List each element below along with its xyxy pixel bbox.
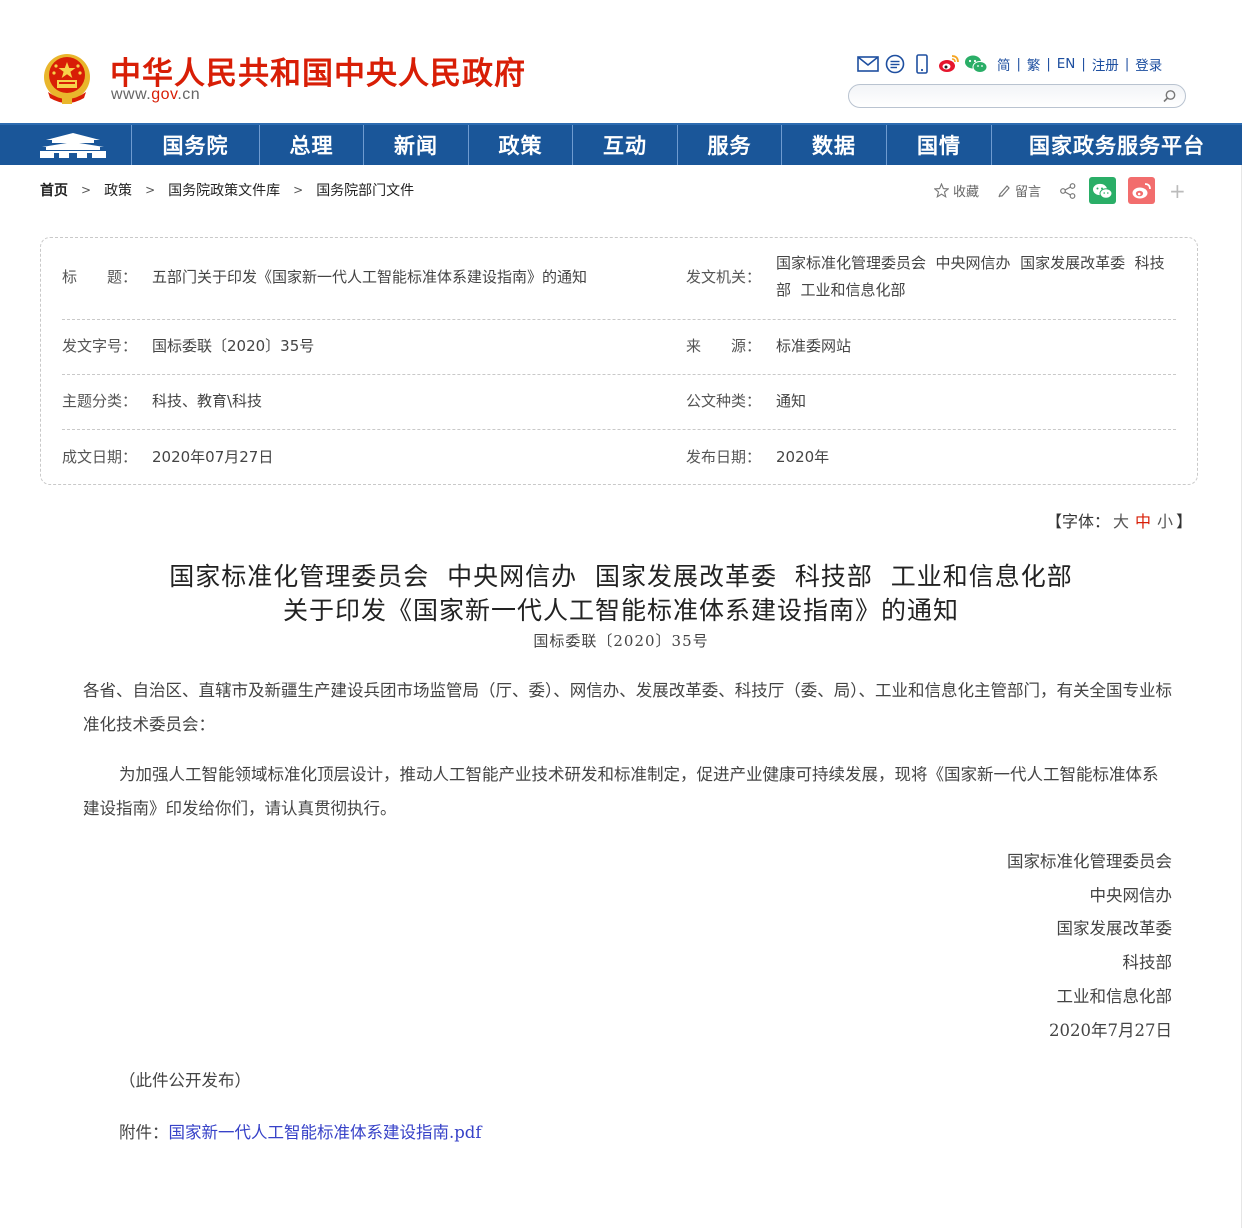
breadcrumb-policy[interactable]: 政策 bbox=[104, 180, 132, 200]
attachment: 附件：国家新一代人工智能标准体系建设指南.pdf bbox=[119, 1119, 481, 1143]
weibo-icon bbox=[1132, 182, 1151, 198]
link-simplified[interactable]: 简 bbox=[991, 54, 1017, 74]
font-size-large[interactable]: 大 bbox=[1110, 512, 1132, 531]
comment-label: 留言 bbox=[1015, 185, 1042, 200]
meta-published-value: 2020年 bbox=[776, 448, 830, 466]
mobile-icon[interactable] bbox=[910, 53, 934, 75]
site-header: 中华人民共和国中央人民政府 www.gov.cn 简 | 繁 | EN | 注册 | 登… bbox=[0, 0, 1242, 123]
breadcrumb: 首页 > 政策 > 国务院政策文件库 > 国务院部门文件 bbox=[40, 180, 414, 200]
article-body: 为加强人工智能领域标准化顶层设计，推动人工智能产业技术研发和标准制定，促进产业健… bbox=[83, 765, 1159, 818]
meta-row: 标 题： 五部门关于印发《国家新一代人工智能标准体系建设指南》的通知 发文机关：… bbox=[62, 238, 1176, 320]
wechat-icon bbox=[1093, 183, 1113, 199]
link-login[interactable]: 登录 bbox=[1129, 54, 1168, 74]
share-wechat-button[interactable] bbox=[1089, 177, 1117, 204]
site-url[interactable]: www.gov.cn bbox=[111, 86, 200, 104]
meta-topic-value: 科技、教育\科技 bbox=[152, 392, 263, 410]
more-share-icon[interactable]: + bbox=[1169, 179, 1186, 203]
meta-written-value: 2020年07月27日 bbox=[152, 448, 274, 466]
meta-row: 发文字号： 国标委联〔2020〕35号 来 源： 标准委网站 bbox=[62, 320, 1176, 375]
meta-issuer-label: 发文机关： bbox=[686, 268, 762, 286]
search-input[interactable] bbox=[861, 88, 1161, 104]
favorite-label: 收藏 bbox=[953, 185, 980, 200]
signature-miit: 工业和信息化部 bbox=[1056, 987, 1173, 1006]
site-url-suffix: .cn bbox=[177, 86, 201, 103]
meta-docno-value: 国标委联〔2020〕35号 bbox=[152, 337, 315, 355]
star-icon bbox=[934, 183, 949, 198]
nav-item-state-council[interactable]: 国务院 bbox=[132, 125, 260, 165]
nav-item-data[interactable]: 数据 bbox=[782, 125, 887, 165]
share-icon[interactable] bbox=[1059, 182, 1077, 200]
link-register[interactable]: 注册 bbox=[1086, 54, 1125, 74]
publication-note: （此件公开发布） bbox=[119, 1071, 251, 1090]
meta-topic-label: 主题分类： bbox=[62, 392, 138, 410]
favorite-button[interactable]: 收藏 bbox=[934, 181, 979, 200]
attachment-link[interactable]: 国家新一代人工智能标准体系建设指南.pdf bbox=[169, 1123, 482, 1142]
signature-most: 科技部 bbox=[1122, 953, 1173, 972]
meta-issuer-value: 国家标准化管理委员会 中央网信办 国家发展改革委 科技部 工业和信息化部 bbox=[776, 254, 1165, 299]
meta-title-value: 五部门关于印发《国家新一代人工智能标准体系建设指南》的通知 bbox=[152, 268, 588, 286]
chevron-right-icon: > bbox=[293, 183, 304, 197]
document-metadata: 标 题： 五部门关于印发《国家新一代人工智能标准体系建设指南》的通知 发文机关：… bbox=[40, 237, 1198, 485]
national-emblem-icon[interactable] bbox=[40, 52, 94, 106]
nav-item-interaction[interactable]: 互动 bbox=[573, 125, 678, 165]
search-icon[interactable] bbox=[1162, 89, 1177, 104]
mail-icon[interactable] bbox=[856, 53, 880, 75]
main-nav: 国务院 总理 新闻 政策 互动 服务 数据 国情 国家政务服务平台 bbox=[0, 123, 1242, 165]
chevron-right-icon: > bbox=[81, 183, 92, 197]
nav-item-gov-service-platform[interactable]: 国家政务服务平台 bbox=[992, 125, 1242, 165]
breadcrumb-policy-library[interactable]: 国务院政策文件库 bbox=[168, 180, 280, 200]
share-weibo-button[interactable] bbox=[1128, 177, 1156, 204]
site-url-prefix: www. bbox=[111, 86, 152, 103]
meta-source-label: 来 源： bbox=[686, 337, 762, 355]
link-english[interactable]: EN bbox=[1051, 56, 1082, 72]
meta-source-value: 标准委网站 bbox=[776, 337, 852, 355]
page-tools: 收藏 留言 + bbox=[934, 177, 1186, 204]
nav-home[interactable] bbox=[0, 125, 132, 165]
font-size-prefix: 【字体： bbox=[1046, 512, 1111, 531]
font-size-suffix: 】 bbox=[1176, 512, 1193, 531]
meta-row: 主题分类： 科技、教育\科技 公文种类： 通知 bbox=[62, 375, 1176, 430]
article-title-line2: 关于印发《国家新一代人工智能标准体系建设指南》的通知 bbox=[282, 596, 959, 625]
article-doc-number: 国标委联〔2020〕35号 bbox=[533, 632, 709, 650]
meta-type-label: 公文种类： bbox=[686, 392, 762, 410]
search-box bbox=[848, 84, 1186, 108]
meta-title-label: 标 题： bbox=[62, 268, 138, 286]
signature-date: 2020年7月27日 bbox=[1049, 1021, 1172, 1040]
site-url-gov: gov bbox=[151, 86, 178, 103]
nav-item-national-info[interactable]: 国情 bbox=[887, 125, 992, 165]
meta-row: 成文日期： 2020年07月27日 发布日期： 2020年 bbox=[62, 430, 1176, 485]
font-size-small[interactable]: 小 bbox=[1154, 512, 1176, 531]
article-title-line1: 国家标准化管理委员会 中央网信办 国家发展改革委 科技部 工业和信息化部 bbox=[169, 562, 1073, 591]
meta-docno-label: 发文字号： bbox=[62, 337, 138, 355]
nav-item-policy[interactable]: 政策 bbox=[469, 125, 573, 165]
chevron-right-icon: > bbox=[145, 183, 156, 197]
signature-cac: 中央网信办 bbox=[1089, 886, 1173, 905]
tiananmen-icon bbox=[40, 133, 106, 158]
weibo-icon[interactable] bbox=[937, 53, 961, 75]
meta-published-label: 发布日期： bbox=[686, 448, 762, 466]
signature-ndrc: 国家发展改革委 bbox=[1056, 919, 1173, 938]
nav-item-news[interactable]: 新闻 bbox=[364, 125, 469, 165]
meta-type-value: 通知 bbox=[776, 392, 807, 410]
breadcrumb-department-files[interactable]: 国务院部门文件 bbox=[316, 180, 414, 200]
breadcrumb-home[interactable]: 首页 bbox=[40, 180, 68, 200]
comment-button[interactable]: 留言 bbox=[997, 181, 1041, 200]
meta-written-label: 成文日期： bbox=[62, 448, 138, 466]
wechat-icon[interactable] bbox=[964, 53, 988, 75]
link-traditional[interactable]: 繁 bbox=[1021, 54, 1047, 74]
article-salutation: 各省、自治区、直辖市及新疆生产建设兵团市场监管局（厅、委）、网信办、发展改革委、… bbox=[83, 681, 1172, 734]
signature-sac: 国家标准化管理委员会 bbox=[1007, 852, 1172, 871]
attachment-label: 附件： bbox=[119, 1123, 169, 1142]
nav-item-services[interactable]: 服务 bbox=[678, 125, 782, 165]
top-links: 简 | 繁 | EN | 注册 | 登录 bbox=[856, 52, 1168, 76]
message-icon[interactable] bbox=[883, 53, 907, 75]
font-size-medium[interactable]: 中 bbox=[1132, 512, 1154, 531]
nav-item-premier[interactable]: 总理 bbox=[260, 125, 364, 165]
font-size-selector: 【字体：大中小】 bbox=[1046, 508, 1192, 532]
pen-icon bbox=[998, 185, 1010, 198]
